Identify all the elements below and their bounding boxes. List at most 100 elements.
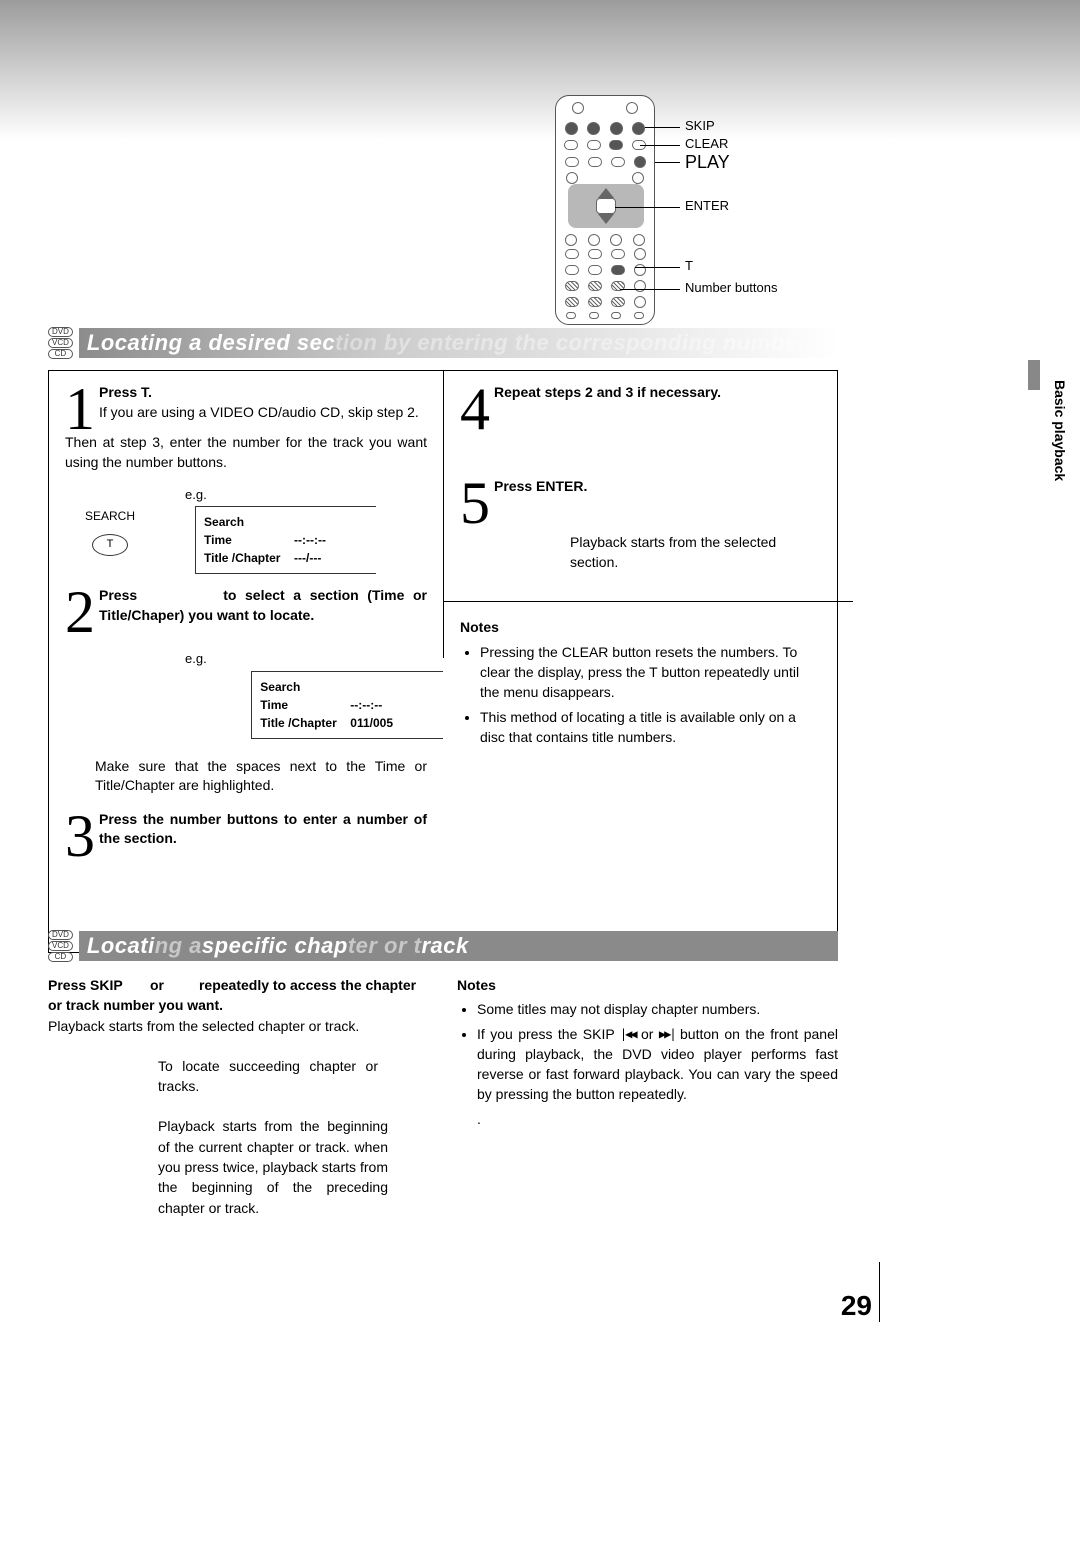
s2-begin: Playback starts from the beginning of th… (158, 1116, 388, 1217)
remote-btn (611, 297, 625, 307)
remote-btn (588, 234, 600, 246)
remote-btn (634, 264, 646, 276)
remote-btn (565, 297, 579, 307)
section2-title: Locating a specific chapter or track (79, 931, 838, 961)
remote-btn (634, 312, 644, 319)
step1-head: Press T. (99, 384, 152, 400)
lead-line (615, 207, 680, 208)
search-box-2: Search Time--:--:-- Title /Chapter011/00… (251, 671, 443, 739)
section2-content: Press SKIP or repeatedly to access the c… (48, 975, 838, 1218)
big-4: 4 (460, 385, 490, 433)
section2-right: Notes Some titles may not display chapte… (457, 975, 838, 1218)
t-button-diagram: SEARCH T (85, 508, 135, 556)
lead-line (620, 289, 680, 290)
label-enter: ENTER (685, 199, 729, 213)
eg-label: e.g. (185, 486, 427, 504)
lead-line (655, 162, 680, 163)
step-1: 1 Press T. If you are using a VIDEO CD/a… (65, 383, 427, 472)
label-clear: CLEAR (685, 137, 728, 151)
note-item: If you press the SKIP |◀◀ or ▶▶| button … (477, 1024, 838, 1105)
remote-btn (587, 122, 600, 135)
section1-title: Locating a desired section by entering t… (79, 328, 838, 358)
down-icon (598, 214, 614, 224)
top-gradient (0, 0, 1080, 140)
label-play: PLAY (685, 153, 730, 173)
remote-btn (632, 122, 645, 135)
side-label: Basic playback (1052, 380, 1068, 481)
remote-btn (565, 122, 578, 135)
section2-left: Press SKIP or repeatedly to access the c… (48, 975, 429, 1218)
section1-col-right: 4 Repeat steps 2 and 3 if necessary. 5 P… (443, 370, 838, 953)
big-3: 3 (65, 812, 95, 860)
remote-diagram: SKIP CLEAR PLAY ENTER T Number buttons (555, 95, 655, 325)
badge-dvd: DVD (48, 930, 73, 940)
section1-title-a: Locating a desired sec (87, 330, 335, 356)
section2-header: DVD VCD CD Locating a specific chapter o… (48, 930, 838, 962)
remote-btn (588, 281, 602, 291)
side-tab: Basic playback (1024, 360, 1080, 510)
remote-btn (588, 297, 602, 307)
enter-btn (596, 198, 616, 214)
stray-dot: . (477, 1109, 838, 1129)
remote-btn (610, 122, 623, 135)
s2-body: Playback starts from the selected chapte… (48, 1016, 429, 1036)
step1-body2: Then at step 3, enter the number for the… (65, 433, 427, 472)
remote-btn (634, 280, 646, 292)
remote-btn (626, 102, 638, 114)
big-1: 1 (65, 385, 95, 433)
skip-next-icon: ▶▶| (659, 1026, 675, 1043)
note-item: This method of locating a title is avail… (480, 707, 821, 748)
badge-vcd: VCD (48, 338, 73, 348)
remote-btn (565, 265, 579, 275)
lead-line (635, 267, 680, 268)
remote-btn (566, 172, 578, 184)
remote-btn (611, 312, 621, 319)
skip-prev-icon: |◀◀ (620, 1026, 636, 1043)
badge-vcd: VCD (48, 941, 73, 951)
step-2: 2 Press to select a section (Time or Tit… (65, 586, 427, 636)
s2-head-a: Press SKIP (48, 977, 123, 993)
section1-header: DVD VCD CD Locating a desired section by… (48, 327, 838, 359)
remote-btn (572, 102, 584, 114)
badge-cd: CD (48, 349, 73, 359)
disc-badges-2: DVD VCD CD (48, 930, 73, 962)
step-3: 3 Press the number buttons to enter a nu… (65, 810, 427, 860)
lead-line (640, 145, 680, 146)
page-num-line (879, 1262, 881, 1322)
side-bar (1028, 360, 1040, 390)
search-box-1: Search Time--:--:-- Title /Chapter---/--… (195, 506, 376, 574)
remote-btn (565, 234, 577, 246)
step-5: 5 Press ENTER. Playback starts from the … (460, 477, 821, 572)
remote-btn (565, 157, 579, 167)
remote-btn (609, 140, 623, 150)
remote-btn (566, 312, 576, 319)
section1-notes: Notes Pressing the CLEAR button resets t… (460, 618, 821, 747)
remote-btn (610, 234, 622, 246)
remote-btn (565, 281, 579, 291)
up-icon (598, 188, 614, 198)
dpad (568, 184, 644, 228)
remote-btn (632, 172, 644, 184)
remote-btn (564, 140, 578, 150)
step3-head: Press the number buttons to enter a numb… (99, 811, 427, 847)
remote-outline (555, 95, 655, 325)
label-numbers: Number buttons (685, 281, 778, 295)
s2-succeed: To locate succeeding chapter or tracks. (158, 1056, 378, 1097)
disc-badges: DVD VCD CD (48, 327, 73, 359)
big-5: 5 (460, 479, 490, 527)
note-item: Some titles may not display chapter numb… (477, 999, 838, 1019)
remote-btn (634, 296, 646, 308)
big-2: 2 (65, 588, 95, 636)
step-4: 4 Repeat steps 2 and 3 if necessary. (460, 383, 821, 433)
remote-btn (633, 234, 645, 246)
search-label: SEARCH (85, 508, 135, 525)
badge-dvd: DVD (48, 327, 73, 337)
remote-btn (634, 248, 646, 260)
lead-line (645, 127, 680, 128)
step1-body1: If you are using a VIDEO CD/audio CD, sk… (65, 403, 427, 423)
remote-btn (611, 265, 625, 275)
label-skip: SKIP (685, 119, 715, 133)
remote-btn (588, 265, 602, 275)
step5-body: Playback starts from the selected sectio… (570, 533, 821, 572)
remote-btn (611, 249, 625, 259)
